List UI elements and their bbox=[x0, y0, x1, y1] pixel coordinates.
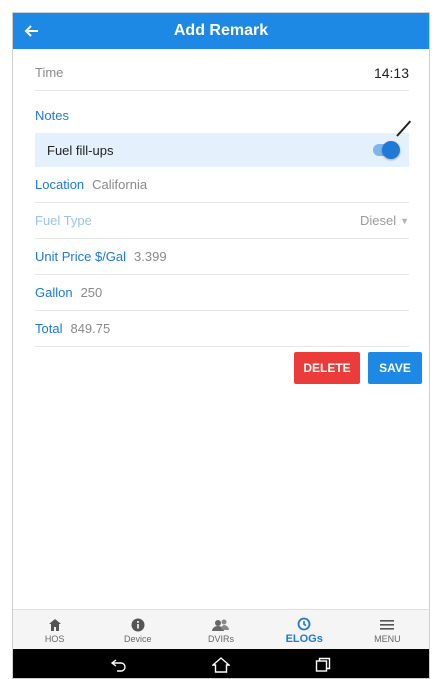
unit-price-row[interactable]: Unit Price $/Gal 3.399 bbox=[35, 239, 409, 275]
delete-button[interactable]: DELETE bbox=[294, 352, 360, 384]
fuel-fillups-toggle[interactable] bbox=[373, 141, 400, 159]
time-row: Time 14:13 bbox=[35, 55, 409, 91]
nav-item-device[interactable]: Device bbox=[96, 610, 179, 649]
page-title: Add Remark bbox=[173, 22, 269, 39]
system-home-button[interactable] bbox=[210, 654, 232, 676]
app-screen: Add Remark Time 14:13 Notes Fuel fill-up… bbox=[12, 12, 430, 679]
unit-price-value[interactable]: 3.399 bbox=[134, 249, 167, 264]
location-value[interactable]: California bbox=[92, 177, 147, 192]
gallon-label: Gallon bbox=[35, 285, 73, 300]
fuel-type-select[interactable]: Diesel ▼ bbox=[360, 213, 409, 228]
nav-item-dvirs[interactable]: DVIRs bbox=[179, 610, 262, 649]
arrow-left-icon bbox=[24, 25, 38, 37]
back-button[interactable] bbox=[13, 13, 49, 49]
nav-item-elogs[interactable]: ELOGs bbox=[263, 610, 346, 649]
system-nav-bar bbox=[13, 649, 429, 678]
hamburger-icon bbox=[380, 616, 395, 634]
fuel-type-value: Diesel bbox=[359, 213, 397, 228]
info-icon bbox=[131, 616, 145, 634]
time-value[interactable]: 14:13 bbox=[374, 65, 409, 81]
nav-label-dvirs: DVIRs bbox=[208, 633, 235, 644]
gallon-value[interactable]: 250 bbox=[81, 285, 103, 300]
nav-item-menu[interactable]: MENU bbox=[346, 610, 429, 649]
total-value: 849.75 bbox=[70, 321, 111, 336]
fuel-fillups-row[interactable]: Fuel fill-ups bbox=[35, 120, 412, 167]
home-icon bbox=[48, 616, 62, 634]
total-row: Total 849.75 bbox=[35, 311, 409, 347]
fuel-type-row[interactable]: Fuel Type Diesel ▼ bbox=[35, 203, 409, 239]
system-back-button[interactable] bbox=[108, 654, 130, 676]
nav-label-menu: MENU bbox=[374, 633, 401, 644]
fuel-type-label: Fuel Type bbox=[35, 213, 92, 228]
total-label: Total bbox=[35, 321, 63, 336]
app-bar: Add Remark bbox=[13, 13, 429, 49]
system-recents-button[interactable] bbox=[312, 654, 334, 676]
nav-label-device: Device bbox=[124, 633, 152, 644]
toggle-knob bbox=[382, 141, 400, 159]
time-label: Time bbox=[35, 65, 64, 80]
gallon-row[interactable]: Gallon 250 bbox=[35, 275, 409, 311]
nav-label-elogs: ELOGs bbox=[285, 632, 323, 645]
save-button[interactable]: SAVE bbox=[368, 352, 422, 384]
nav-item-hos[interactable]: HOS bbox=[13, 610, 96, 649]
chevron-down-icon: ▼ bbox=[400, 215, 409, 226]
notes-label: Notes bbox=[35, 107, 69, 123]
fuel-fillups-label: Fuel fill-ups bbox=[47, 142, 114, 158]
recents-icon bbox=[315, 657, 331, 672]
nav-label-hos: HOS bbox=[44, 633, 65, 644]
users-icon bbox=[212, 616, 230, 634]
location-label: Location bbox=[35, 177, 85, 192]
bottom-nav: HOS Device DVIRs ELOGs MENU bbox=[13, 609, 429, 649]
device: Add Remark Time 14:13 Notes Fuel fill-up… bbox=[0, 0, 438, 679]
back-arrow-icon bbox=[111, 658, 126, 672]
location-row[interactable]: Location California bbox=[35, 167, 409, 203]
notes-row: Notes bbox=[35, 97, 409, 133]
unit-price-label: Unit Price $/Gal bbox=[35, 249, 127, 264]
home-outline-icon bbox=[212, 656, 230, 673]
clock-icon bbox=[297, 615, 311, 633]
